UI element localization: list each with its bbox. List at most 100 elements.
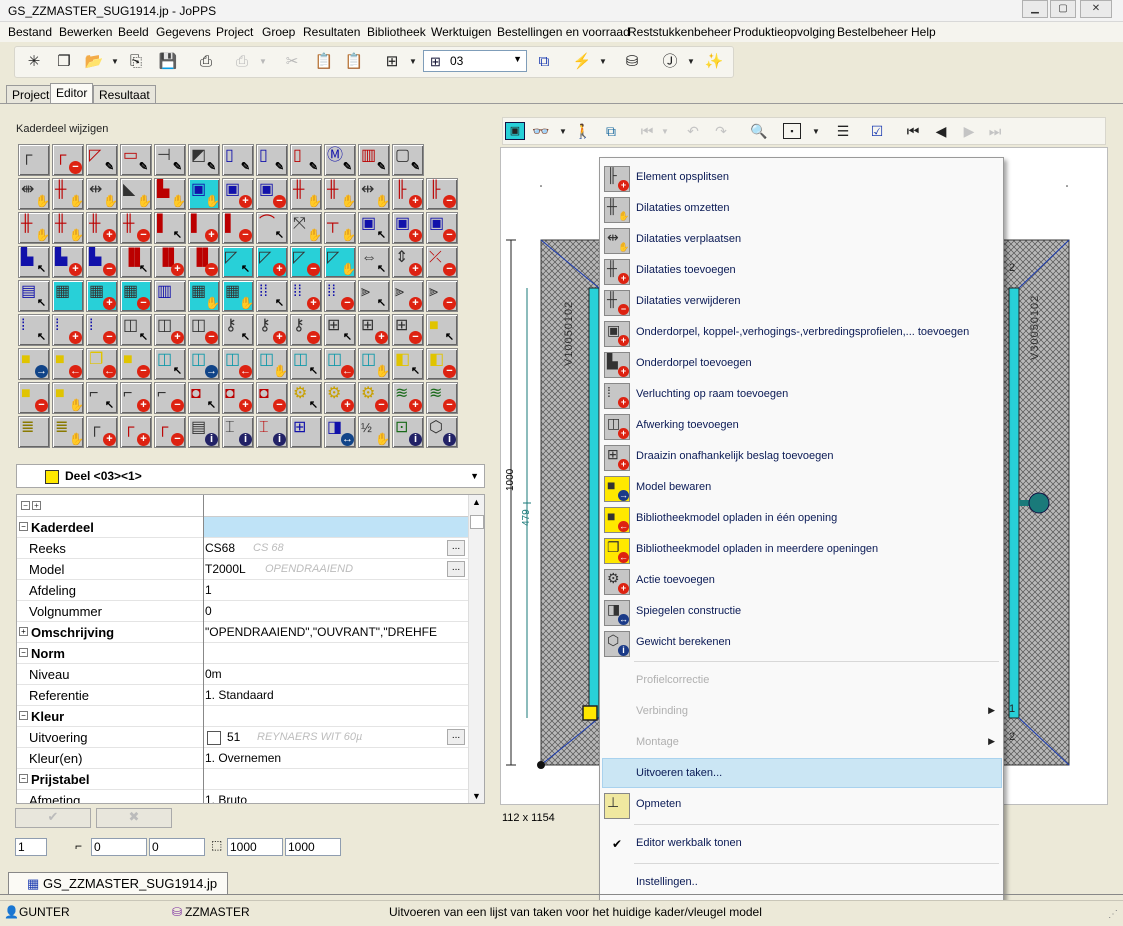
tab-project[interactable]: Project bbox=[6, 85, 56, 104]
hardware-remove-icon[interactable]: ⊞ − bbox=[392, 314, 424, 346]
gasket-add-icon[interactable]: ≋ + bbox=[392, 382, 424, 414]
yellow-model-select-icon[interactable]: ■ ↖ bbox=[426, 314, 458, 346]
database-query-icon[interactable]: ⛁ bbox=[621, 51, 643, 73]
red-bar-add-icon[interactable]: ▌ + bbox=[188, 212, 220, 244]
mullion-hand-icon[interactable]: ╫ ✋ bbox=[324, 178, 356, 210]
grid-dropdown-icon[interactable]: ▼ bbox=[409, 57, 417, 66]
yellow-model-hand-icon[interactable]: ■ ✋ bbox=[52, 382, 84, 414]
property-value[interactable]: 1. Standaard bbox=[205, 688, 274, 702]
sill-select-icon[interactable]: ▙ ↖ bbox=[18, 246, 50, 278]
glass-add-icon[interactable]: ▣ + bbox=[222, 178, 254, 210]
vent-remove-icon[interactable]: ⁞⁞ − bbox=[324, 280, 356, 312]
bracket-remove-icon[interactable]: ⌐ − bbox=[154, 382, 186, 414]
property-category[interactable]: + Omschrijving "OPENDRAAIEND","OUVRANT","D… bbox=[17, 622, 468, 643]
bracket-add-icon[interactable]: ⌐ + bbox=[120, 382, 152, 414]
layers-icon[interactable]: ⧉ bbox=[601, 123, 621, 140]
cyan-panel-add-icon[interactable]: ◸ + bbox=[256, 246, 288, 278]
property-category[interactable]: − Norm bbox=[17, 643, 468, 664]
action-add-icon[interactable]: ⚙ + bbox=[324, 382, 356, 414]
spring-icon[interactable]: ≣ bbox=[18, 416, 50, 448]
scroll-thumb[interactable] bbox=[470, 515, 484, 529]
finish-select-icon[interactable]: ◫ ↖ bbox=[120, 314, 152, 346]
dilatation-hand-icon[interactable]: ⇹ ✋ bbox=[86, 178, 118, 210]
menu-bewerken[interactable]: Bewerken bbox=[59, 25, 112, 39]
menu-gegevens[interactable]: Gegevens bbox=[156, 25, 211, 39]
deel-select[interactable]: Deel <03><1> ▼ bbox=[16, 464, 485, 488]
maximize-icon[interactable]: ▢ bbox=[1050, 0, 1076, 18]
hinge-swap-icon[interactable]: ⇕ + bbox=[392, 246, 424, 278]
yellow-door-select-icon[interactable]: ◧ ↖ bbox=[392, 348, 424, 380]
fitting-select-icon[interactable]: ◘ ↖ bbox=[188, 382, 220, 414]
justify-dropdown-icon[interactable]: ▼ bbox=[687, 57, 695, 66]
property-category[interactable]: − Kleur bbox=[17, 706, 468, 727]
grid-pattern-add-icon[interactable]: ▦ + bbox=[86, 280, 118, 312]
door-cursor-icon[interactable]: ◫ ↖ bbox=[290, 348, 322, 380]
lightning-dropdown-icon[interactable]: ▼ bbox=[599, 57, 607, 66]
glass-hand-icon[interactable]: ▙ ✋ bbox=[154, 178, 186, 210]
copy-icon[interactable]: ❐ bbox=[53, 51, 75, 73]
double-red-remove-icon[interactable]: ▐▌ − bbox=[188, 246, 220, 278]
menu-item[interactable]: ╫ − Dilataties verwijderen bbox=[600, 287, 1003, 317]
ok-button[interactable]: ✔ bbox=[15, 808, 91, 828]
scroll-down-icon[interactable]: ▼ bbox=[472, 791, 481, 801]
arc-edit-icon[interactable]: ⌒ ↖ bbox=[256, 212, 288, 244]
mark-edit-icon[interactable]: Ⓜ ✎ bbox=[324, 144, 356, 176]
vent-select-icon[interactable]: ⁞⁞ ↖ bbox=[256, 280, 288, 312]
position-x-input[interactable] bbox=[91, 838, 147, 856]
open-variant-icon[interactable]: ⎘ bbox=[125, 51, 147, 73]
menu-beeld[interactable]: Beeld bbox=[118, 25, 149, 39]
bar-edit-icon[interactable]: ▭ ✎ bbox=[120, 144, 152, 176]
menu-bestand[interactable]: Bestand bbox=[8, 25, 52, 39]
open-folder-icon[interactable]: 📂 bbox=[83, 51, 105, 73]
property-value[interactable]: 1. Bruto bbox=[205, 793, 247, 803]
property-row[interactable]: Referentie 1. Standaard bbox=[17, 685, 468, 706]
property-category[interactable]: − Prijstabel bbox=[17, 769, 468, 790]
yellow-model-remove-icon[interactable]: ■ − bbox=[18, 382, 50, 414]
cyan-panel-select-icon[interactable]: ◸ ↖ bbox=[222, 246, 254, 278]
handle-remove-icon[interactable]: ⫸ − bbox=[426, 280, 458, 312]
corner-add-icon[interactable]: ┌ + bbox=[86, 416, 118, 448]
key-select-icon[interactable]: ⚷ ↖ bbox=[222, 314, 254, 346]
sash-remove-icon[interactable]: ▣ − bbox=[426, 212, 458, 244]
paste-icon[interactable]: 📋 bbox=[313, 51, 335, 73]
menu-item[interactable]: ╟ + Element opsplitsen bbox=[600, 163, 1003, 193]
glass-remove-icon[interactable]: ▣ − bbox=[256, 178, 288, 210]
panel-pattern-select-icon[interactable]: ▤ ↖ bbox=[18, 280, 50, 312]
door-hand-icon[interactable]: ◫ ✋ bbox=[256, 348, 288, 380]
mullion-edit-icon[interactable]: ▯ ✎ bbox=[222, 144, 254, 176]
hinge-x-icon[interactable]: ⤫ − bbox=[426, 246, 458, 278]
open-dropdown-icon[interactable]: ▼ bbox=[111, 57, 119, 66]
property-row[interactable]: Afdeling 1 bbox=[17, 580, 468, 601]
grid-hand-icon[interactable]: ▦ ✋ bbox=[188, 280, 220, 312]
handle-select-icon[interactable]: ⫸ ↖ bbox=[358, 280, 390, 312]
property-row[interactable]: Reeks CS68 CS 68... bbox=[17, 538, 468, 559]
scroll-up-icon[interactable]: ▲ bbox=[472, 497, 481, 507]
fit-view-icon[interactable]: ▪ bbox=[783, 123, 801, 139]
menu-help[interactable]: Help bbox=[911, 25, 936, 39]
glasses-icon[interactable]: 👓 bbox=[531, 123, 551, 140]
cyan-panel-remove-icon[interactable]: ◸ − bbox=[290, 246, 322, 278]
window-grid-icon[interactable]: ⊞ bbox=[290, 416, 322, 448]
sash-select-icon[interactable]: ▣ ↖ bbox=[358, 212, 390, 244]
profile-info2-icon[interactable]: ⌶ i bbox=[222, 416, 254, 448]
dilatation-remove-icon[interactable]: ╫ − bbox=[120, 212, 152, 244]
menu-bestellingen[interactable]: Bestellingen en voorraad bbox=[497, 25, 630, 39]
property-value[interactable]: CS68 bbox=[205, 541, 235, 555]
half-ratio-icon[interactable]: ½ ✋ bbox=[358, 416, 390, 448]
door-load-icon[interactable]: ◫ ← bbox=[222, 348, 254, 380]
new-icon[interactable]: ✳ bbox=[23, 51, 45, 73]
model-load-icon[interactable]: ■ ← bbox=[52, 348, 84, 380]
menu-item-editor-werkbalk[interactable]: ✔ Editor werkbalk tonen bbox=[600, 829, 1003, 859]
menu-reststukkenbeheer[interactable]: Reststukkenbeheer bbox=[628, 25, 731, 39]
ellipsis-button[interactable]: ... bbox=[447, 540, 465, 556]
sash-add-icon[interactable]: ▣ + bbox=[392, 212, 424, 244]
menu-item[interactable]: ⊞ + Draaizin onafhankelijk beslag toevoege… bbox=[600, 442, 1003, 472]
menu-bibliotheek[interactable]: Bibliotheek bbox=[367, 25, 426, 39]
dilatation-convert2-icon[interactable]: ╫ ✋ bbox=[52, 212, 84, 244]
property-value[interactable]: 0m bbox=[205, 667, 222, 681]
multi-window-icon[interactable]: ⧉ bbox=[533, 51, 555, 73]
first-icon[interactable]: ⏮ bbox=[903, 123, 923, 140]
profile-info3-icon[interactable]: ⌶ i bbox=[256, 416, 288, 448]
property-value[interactable]: 0 bbox=[205, 604, 212, 618]
split-add-icon[interactable]: ╟ + bbox=[392, 178, 424, 210]
